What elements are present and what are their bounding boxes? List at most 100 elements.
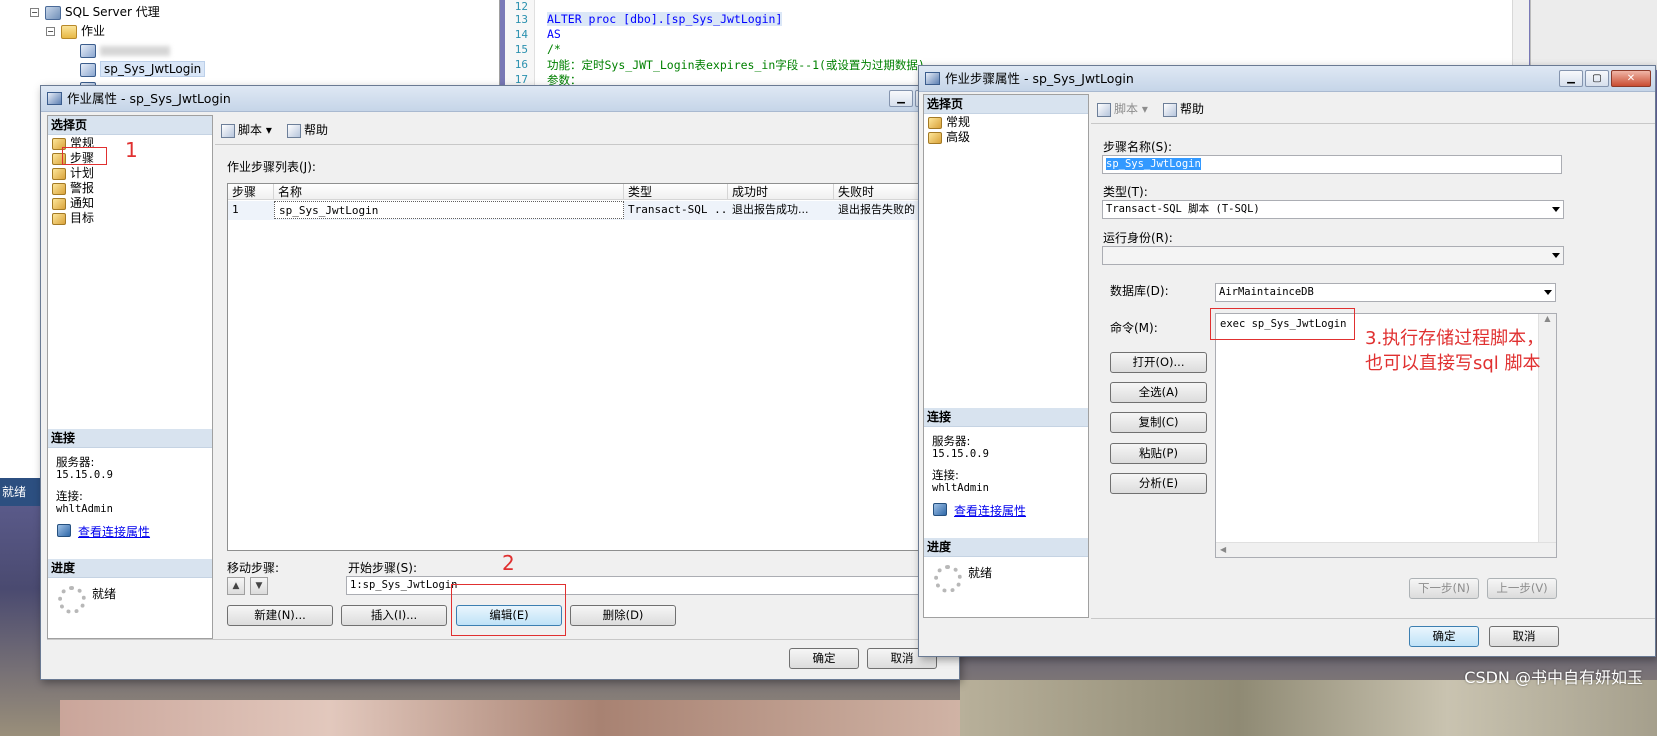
col-header-name[interactable]: 名称 — [274, 184, 624, 200]
start-step-label: 开始步骤(S): — [348, 561, 418, 575]
properties-panel-strip — [1530, 0, 1657, 70]
steps-list-label: 作业步骤列表(J): — [227, 160, 316, 174]
next-button[interactable]: 下一步(N) — [1409, 578, 1479, 599]
page-advanced[interactable]: 高级 — [928, 130, 970, 145]
collapse-icon[interactable]: − — [46, 27, 55, 36]
select-all-button[interactable]: 全选(A) — [1110, 382, 1207, 403]
step-name-input[interactable]: sp_Sys_JwtLogin — [1102, 155, 1562, 174]
annotation-1: 1 — [125, 138, 138, 162]
connection-info: 连接: whltAdmin — [56, 489, 113, 516]
page-general[interactable]: 常规 — [928, 115, 970, 130]
start-step-select[interactable]: 1:sp_Sys_JwtLogin — [346, 576, 958, 595]
line-number: 16 — [514, 58, 528, 71]
tree-node-jobs[interactable]: − 作业 — [46, 22, 105, 40]
progress-header: 进度 — [48, 559, 212, 578]
chevron-down-icon — [1552, 253, 1560, 258]
toolbar-divider — [1091, 123, 1655, 124]
ok-button[interactable]: 确定 — [1409, 626, 1479, 647]
move-up-button[interactable]: ▲ — [227, 577, 245, 595]
script-button[interactable]: 脚本 ▾ — [221, 120, 272, 140]
table-row[interactable]: 1 sp_Sys_JwtLogin Transact-SQL ... 退出报告成… — [228, 201, 960, 220]
help-button[interactable]: 帮助 — [1163, 99, 1204, 119]
script-button[interactable]: 脚本 ▾ — [1097, 99, 1148, 119]
blurred-label — [100, 45, 170, 56]
new-step-button[interactable]: 新建(N)... — [227, 605, 333, 626]
help-button[interactable]: 帮助 — [287, 120, 328, 140]
tree-node-job-selected[interactable]: sp_Sys_JwtLogin — [80, 60, 206, 78]
tree-node-job-blurred[interactable] — [80, 41, 170, 59]
help-icon — [287, 123, 301, 138]
run-as-select[interactable] — [1102, 246, 1564, 265]
delete-step-button[interactable]: 删除(D) — [570, 605, 676, 626]
chevron-down-icon — [1544, 290, 1552, 295]
code-line: ALTER proc [dbo].[sp_Sys_JwtLogin] — [547, 12, 783, 26]
server-info: 服务器: 15.15.0.9 — [56, 455, 113, 482]
open-button[interactable]: 打开(O)... — [1110, 352, 1207, 373]
previous-button[interactable]: 上一步(V) — [1487, 578, 1557, 599]
title-bar: 作业步骤属性 - sp_Sys_JwtLogin ▁ ▢ ✕ — [919, 66, 1655, 92]
page-icon — [52, 212, 66, 225]
folder-icon — [61, 24, 77, 39]
page-targets[interactable]: 目标 — [52, 211, 94, 226]
desktop-photo-bottom — [60, 700, 960, 736]
code-line: AS — [547, 27, 561, 41]
job-icon — [80, 43, 96, 58]
highlight-command — [1210, 308, 1355, 340]
type-label: 类型(T): — [1103, 185, 1148, 199]
line-number: 15 — [514, 43, 528, 56]
page-icon — [52, 182, 66, 195]
step-name-label: 步骤名称(S): — [1103, 140, 1173, 154]
page-icon — [52, 167, 66, 180]
type-select[interactable]: Transact-SQL 脚本 (T-SQL) — [1102, 200, 1564, 219]
page-icon — [52, 197, 66, 210]
page-schedules[interactable]: 计划 — [52, 166, 94, 181]
move-down-button[interactable]: ▼ — [250, 577, 268, 595]
connection-header: 连接 — [48, 429, 212, 448]
progress-spinner-icon — [58, 586, 86, 614]
minimize-button[interactable]: ▁ — [1559, 70, 1583, 87]
database-label: 数据库(D): — [1110, 284, 1169, 298]
database-select[interactable]: AirMaintainceDB — [1215, 283, 1556, 302]
maximize-button[interactable]: ▢ — [1585, 70, 1609, 87]
steps-grid[interactable]: 步骤 名称 类型 成功时 失败时 1 sp_Sys_JwtLogin Trans… — [227, 183, 960, 551]
sql-agent-icon — [45, 5, 61, 20]
connection-info: 连接: whltAdmin — [932, 468, 989, 495]
view-connection-properties-link[interactable]: 查看连接属性 — [78, 523, 150, 540]
page-notifications[interactable]: 通知 — [52, 196, 94, 211]
close-button[interactable]: ✕ — [1611, 70, 1651, 87]
connection-properties-icon — [57, 524, 71, 537]
select-page-header: 选择页 — [48, 116, 212, 135]
col-header-type[interactable]: 类型 — [624, 184, 728, 200]
page-selector-pane: 选择页 常规 步骤 计划 警报 通知 目标 连接 服务器: 15.15.0.9 … — [47, 115, 213, 639]
cancel-button[interactable]: 取消 — [1489, 626, 1559, 647]
page-alerts[interactable]: 警报 — [52, 181, 94, 196]
copy-button[interactable]: 复制(C) — [1110, 412, 1207, 433]
col-header-step[interactable]: 步骤 — [228, 184, 274, 200]
paste-button[interactable]: 粘贴(P) — [1110, 443, 1207, 464]
script-icon — [221, 123, 235, 138]
connection-properties-icon — [933, 503, 947, 516]
progress-status: 就绪 — [92, 587, 117, 601]
ok-button[interactable]: 确定 — [789, 648, 859, 669]
highlight-edit-button — [451, 584, 566, 636]
chevron-down-icon — [1552, 207, 1560, 212]
move-step-label: 移动步骤: — [227, 561, 280, 575]
collapse-icon[interactable]: − — [30, 8, 39, 17]
job-icon — [80, 62, 96, 77]
parse-button[interactable]: 分析(E) — [1110, 473, 1207, 494]
view-connection-properties-link[interactable]: 查看连接属性 — [954, 502, 1026, 519]
insert-step-button[interactable]: 插入(I)... — [341, 605, 447, 626]
toolbar-divider — [215, 144, 959, 145]
minimize-button[interactable]: ▁ — [889, 90, 913, 107]
window-icon — [925, 72, 940, 85]
col-header-on-success[interactable]: 成功时 — [728, 184, 834, 200]
run-as-label: 运行身份(R): — [1103, 231, 1173, 245]
watermark: CSDN @书中自有妍如玉 — [1464, 668, 1643, 687]
page-icon — [928, 131, 942, 144]
command-label: 命令(M): — [1110, 321, 1158, 335]
progress-spinner-icon — [934, 565, 962, 593]
code-line: 功能：定时Sys_JWT_Login表expires_in字段--1(或设置为过… — [547, 58, 925, 72]
tree-node-sql-agent[interactable]: − SQL Server 代理 — [30, 3, 160, 21]
horizontal-scrollbar[interactable]: ◀ — [1216, 542, 1556, 557]
select-page-header: 选择页 — [924, 95, 1088, 114]
